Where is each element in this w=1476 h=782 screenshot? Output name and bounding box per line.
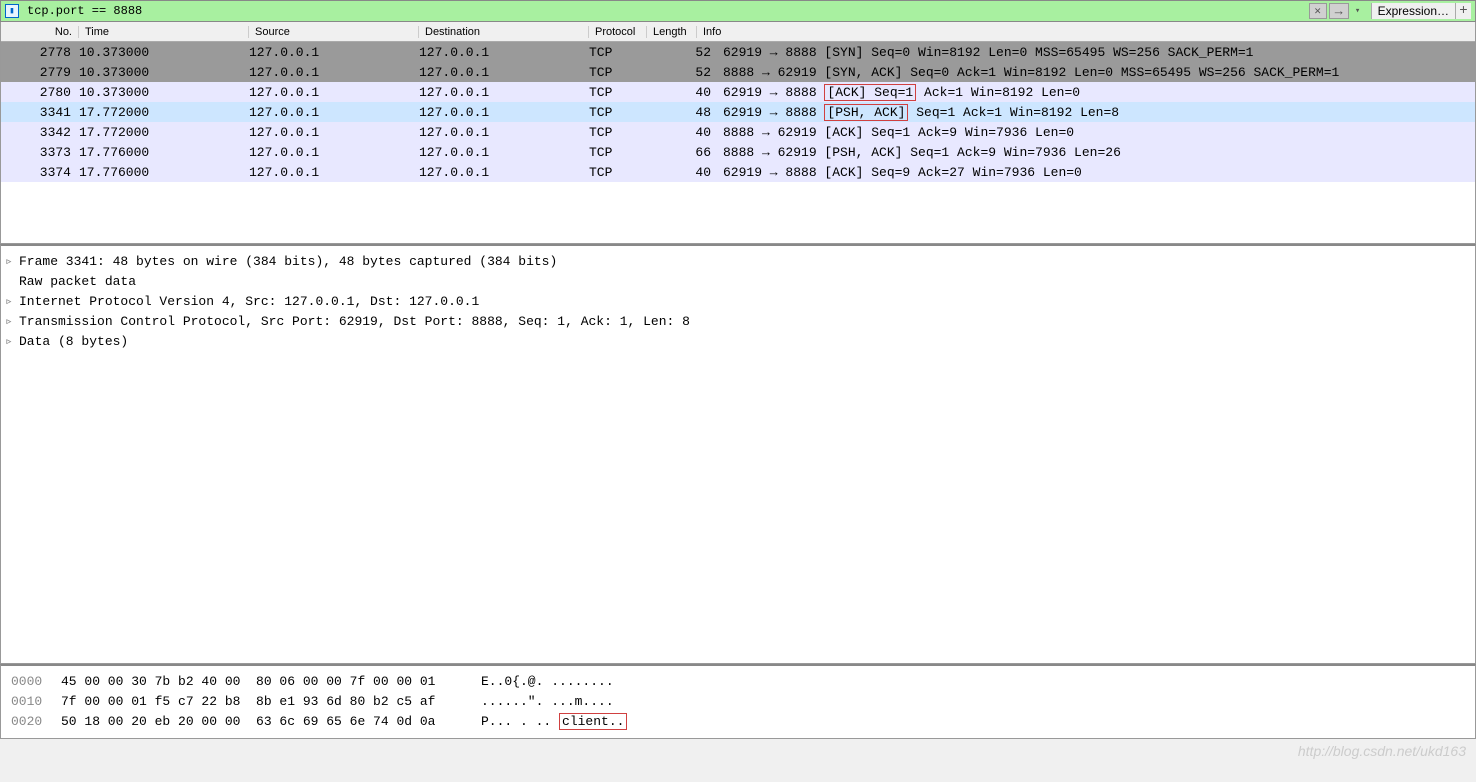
col-header-time[interactable]: Time — [79, 26, 249, 38]
col-header-no[interactable]: No. — [1, 26, 79, 38]
highlight-annotation: client.. — [559, 713, 627, 730]
expand-icon[interactable]: ▹ — [5, 252, 19, 272]
col-header-length[interactable]: Length — [647, 26, 697, 38]
detail-tcp[interactable]: ▹Transmission Control Protocol, Src Port… — [5, 312, 1471, 332]
hex-row[interactable]: 000045 00 00 30 7b b2 40 00 80 06 00 00 … — [11, 672, 1465, 692]
filter-history-dropdown-icon[interactable]: ▾ — [1351, 3, 1365, 19]
packet-row[interactable]: 278010.373000127.0.0.1127.0.0.1TCP406291… — [1, 82, 1475, 102]
highlight-annotation: [ACK] Seq=1 — [824, 84, 916, 101]
packet-row[interactable]: 334217.772000127.0.0.1127.0.0.1TCP408888… — [1, 122, 1475, 142]
hex-row[interactable]: 002050 18 00 20 eb 20 00 00 63 6c 69 65 … — [11, 712, 1465, 732]
col-header-destination[interactable]: Destination — [419, 26, 589, 38]
clear-filter-icon[interactable]: ✕ — [1309, 3, 1327, 19]
col-header-source[interactable]: Source — [249, 26, 419, 38]
detail-data[interactable]: ▹Data (8 bytes) — [5, 332, 1471, 352]
add-filter-button-icon[interactable]: + — [1455, 3, 1471, 19]
expand-icon[interactable]: ▹ — [5, 292, 19, 312]
detail-frame[interactable]: ▹Frame 3341: 48 bytes on wire (384 bits)… — [5, 252, 1471, 272]
packet-row[interactable]: 337317.776000127.0.0.1127.0.0.1TCP668888… — [1, 142, 1475, 162]
display-filter-input[interactable] — [23, 4, 1309, 18]
packet-list-pane: No. Time Source Destination Protocol Len… — [0, 22, 1476, 244]
packet-list-header[interactable]: No. Time Source Destination Protocol Len… — [1, 22, 1475, 42]
bookmark-filter-icon[interactable]: ▮ — [5, 4, 19, 18]
detail-ip[interactable]: ▹Internet Protocol Version 4, Src: 127.0… — [5, 292, 1471, 312]
packet-row[interactable]: 277810.373000127.0.0.1127.0.0.1TCP526291… — [1, 42, 1475, 62]
watermark-text: http://blog.csdn.net/ukd163 — [0, 739, 1476, 759]
detail-raw[interactable]: Raw packet data — [5, 272, 1471, 292]
packet-details-pane[interactable]: ▹Frame 3341: 48 bytes on wire (384 bits)… — [0, 244, 1476, 664]
packet-bytes-pane[interactable]: 000045 00 00 30 7b b2 40 00 80 06 00 00 … — [0, 664, 1476, 739]
highlight-annotation: [PSH, ACK] — [824, 104, 908, 121]
col-header-info[interactable]: Info — [697, 26, 1475, 38]
display-filter-bar: ▮ ✕ → ▾ Expression… + — [0, 0, 1476, 22]
apply-filter-icon[interactable]: → — [1329, 3, 1349, 19]
packet-row[interactable]: 277910.373000127.0.0.1127.0.0.1TCP528888… — [1, 62, 1475, 82]
expand-icon[interactable]: ▹ — [5, 312, 19, 332]
hex-row[interactable]: 00107f 00 00 01 f5 c7 22 b8 8b e1 93 6d … — [11, 692, 1465, 712]
expand-icon[interactable]: ▹ — [5, 332, 19, 352]
expression-button[interactable]: Expression… — [1371, 3, 1455, 19]
packet-row[interactable]: 337417.776000127.0.0.1127.0.0.1TCP406291… — [1, 162, 1475, 182]
packet-row[interactable]: 334117.772000127.0.0.1127.0.0.1TCP486291… — [1, 102, 1475, 122]
col-header-protocol[interactable]: Protocol — [589, 26, 647, 38]
